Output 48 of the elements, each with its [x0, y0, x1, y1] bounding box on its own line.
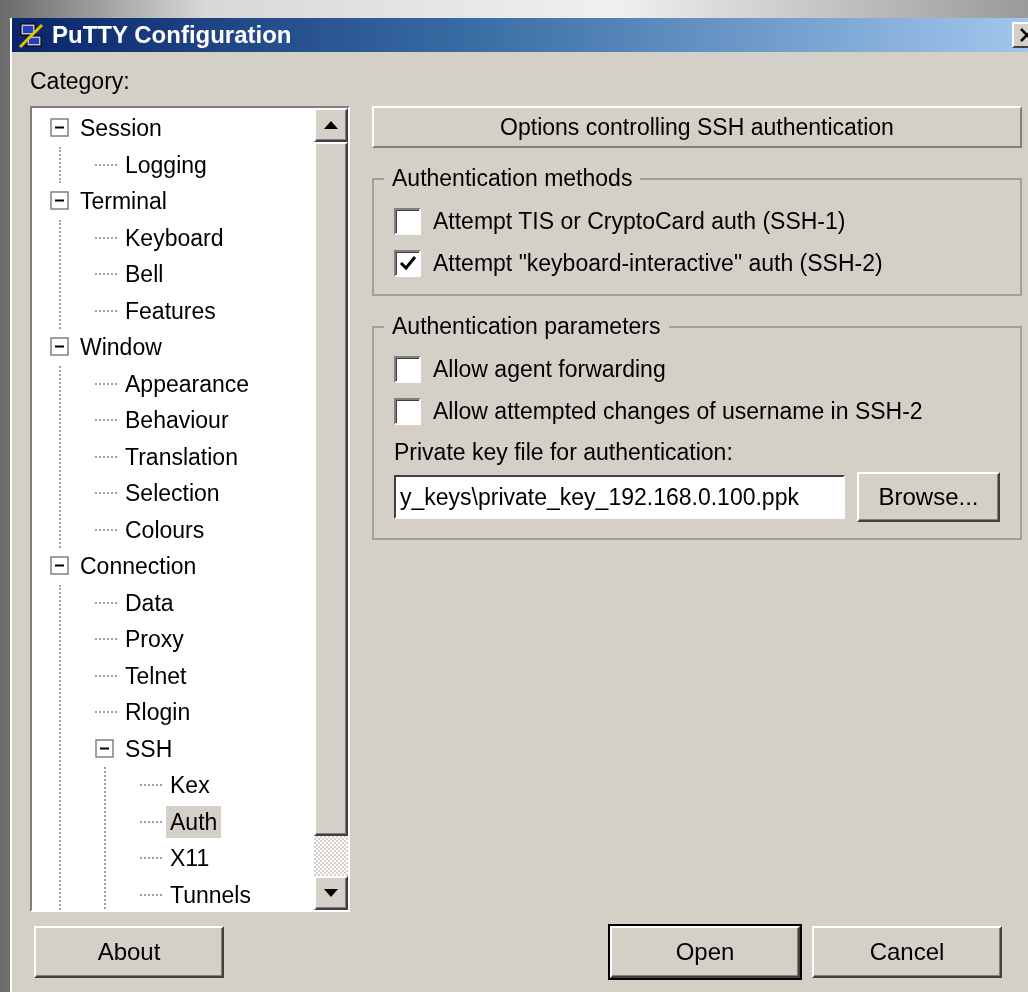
- tree-item[interactable]: Proxy: [121, 623, 188, 656]
- checkbox[interactable]: [394, 397, 421, 425]
- tree-item[interactable]: Logging: [121, 148, 211, 181]
- key-file-field[interactable]: y_keys\private_key_192.168.0.100.ppk: [394, 475, 845, 519]
- checkbox[interactable]: [394, 249, 421, 277]
- field-label: Private key file for authentication:: [394, 438, 734, 467]
- checkbox-label: Allow agent forwarding: [433, 354, 666, 384]
- tree-item[interactable]: Terminal: [76, 185, 171, 218]
- tree-item[interactable]: Rlogin: [121, 696, 195, 729]
- category-label: Category:: [30, 68, 131, 94]
- up-arrow-icon[interactable]: [324, 121, 338, 129]
- tree-item[interactable]: Appearance: [121, 367, 254, 400]
- collapse-icon[interactable]: [50, 556, 70, 577]
- checkbox[interactable]: [394, 355, 421, 383]
- tree-item[interactable]: Window: [76, 331, 166, 364]
- panel-header: Options controlling SSH authentication: [372, 106, 1022, 148]
- down-arrow-icon[interactable]: [324, 889, 338, 897]
- checkbox-label: Allow attempted changes of username in SSH-2: [433, 396, 923, 426]
- cancel-button[interactable]: Cancel: [812, 926, 1002, 978]
- tree-item[interactable]: Data: [121, 586, 178, 619]
- tree-item[interactable]: Telnet: [121, 659, 191, 692]
- tree-item[interactable]: Selection: [121, 477, 224, 510]
- open-button[interactable]: Open: [610, 926, 800, 978]
- checkmark-icon: [398, 255, 417, 271]
- checkbox-label: Attempt "keyboard-interactive" auth (SSH-2): [433, 248, 883, 278]
- tree-item[interactable]: Session: [76, 112, 166, 145]
- collapse-icon[interactable]: [50, 191, 70, 212]
- tree-item[interactable]: Connection: [76, 550, 201, 583]
- tree-item[interactable]: X11: [166, 842, 214, 875]
- tree-item[interactable]: SSH: [121, 732, 177, 765]
- collapse-icon[interactable]: [50, 118, 70, 139]
- tree-item[interactable]: Keyboard: [121, 221, 228, 254]
- collapse-icon[interactable]: [50, 337, 70, 358]
- tree-item[interactable]: Colours: [121, 513, 209, 546]
- checkbox-label: Attempt TIS or CryptoCard auth (SSH-1): [433, 206, 846, 236]
- checkbox[interactable]: [394, 207, 421, 235]
- tree-item[interactable]: Tunnels: [166, 878, 255, 910]
- collapse-icon[interactable]: [95, 738, 115, 759]
- tree-item[interactable]: Kex: [166, 769, 214, 802]
- tree-item[interactable]: Auth: [166, 805, 222, 838]
- computer-icon: [18, 21, 46, 49]
- browse-button[interactable]: Browse...: [856, 472, 1000, 522]
- tree-item[interactable]: Translation: [121, 440, 242, 473]
- tree-item[interactable]: Features: [121, 294, 220, 327]
- tree-item[interactable]: Behaviour: [121, 404, 233, 437]
- about-button[interactable]: About: [34, 926, 224, 978]
- window-title: PuTTY Configuration: [52, 20, 292, 50]
- tree-item[interactable]: Bell: [121, 258, 168, 291]
